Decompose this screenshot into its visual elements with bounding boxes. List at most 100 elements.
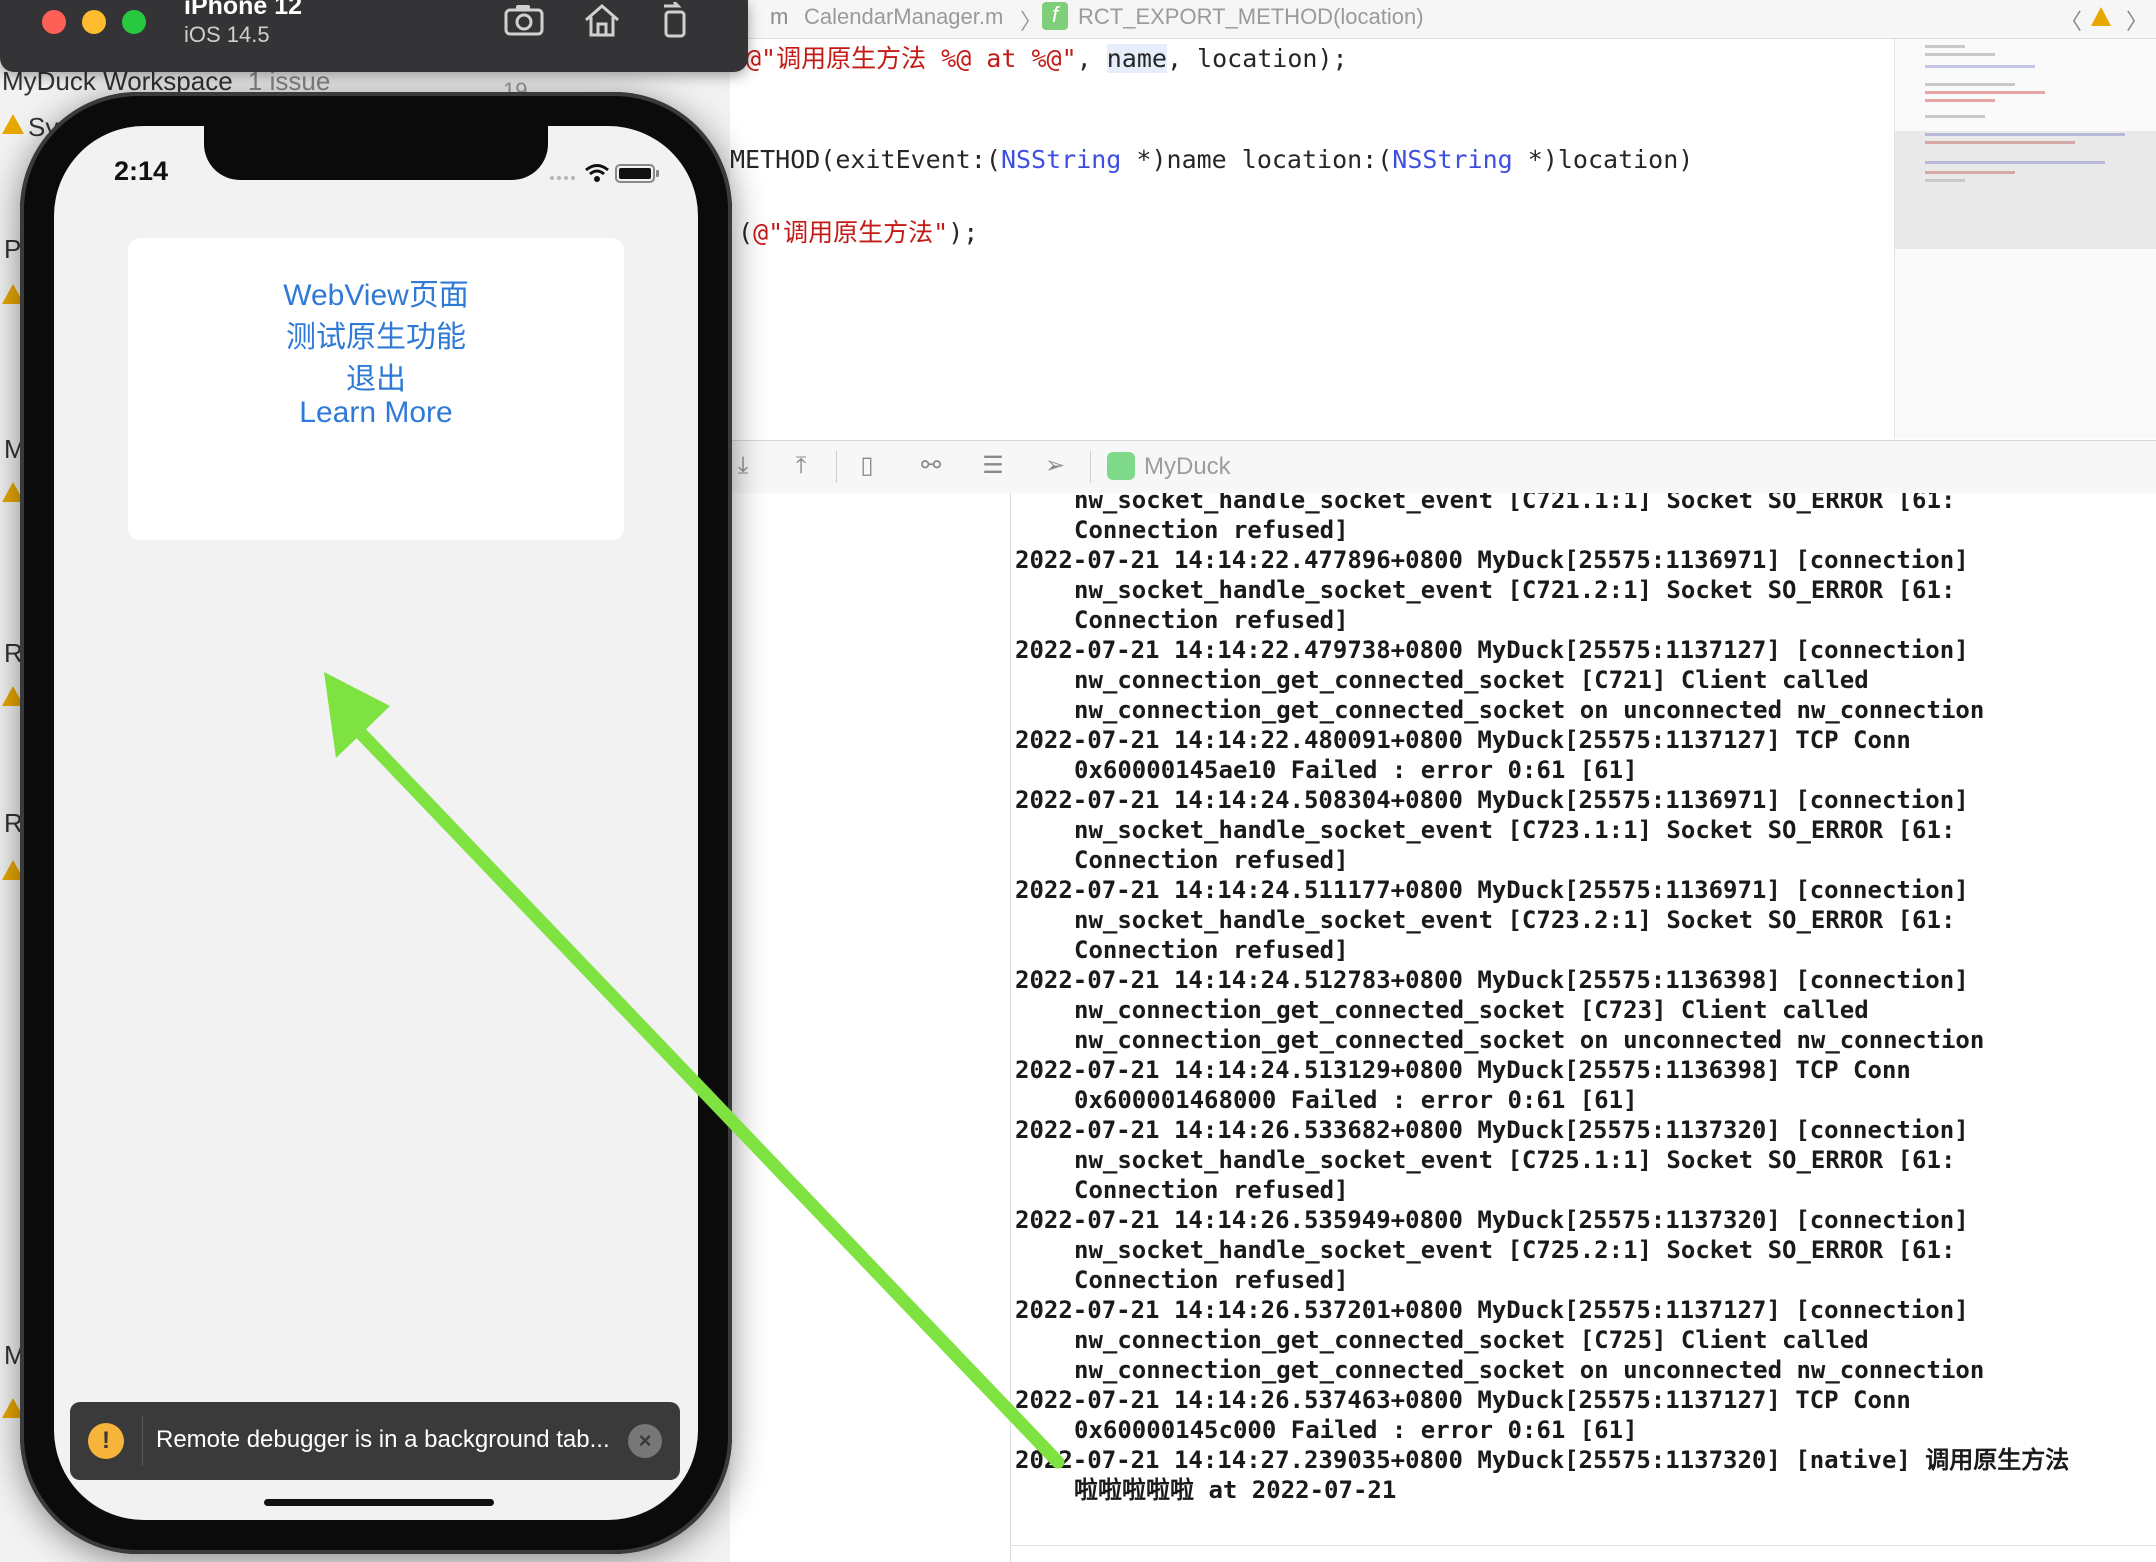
home-icon[interactable] — [582, 2, 622, 38]
variables-view[interactable] — [730, 493, 1011, 1562]
simulate-location-icon[interactable]: ➢ — [1042, 453, 1068, 479]
log-entry-line: nw_connection_get_connected_socket [C725… — [1074, 1326, 1869, 1354]
log-entry: 2022-07-21 14:14:26.537463+0800 MyDuck[2… — [1015, 1385, 2155, 1445]
log-entry-line: 啦啦啦啦啦 at 2022-07-21 — [1074, 1476, 1397, 1504]
log-entry-header: 2022-07-21 14:14:24.512783+0800 MyDuck[2… — [1015, 966, 1969, 994]
environment-overrides-icon[interactable]: ☰ — [980, 453, 1006, 479]
log-entry: 2022-07-21 14:14:24.508304+0800 MyDuck[2… — [1015, 785, 2155, 875]
toolbar-divider — [1090, 451, 1091, 483]
log-entry-line: nw_socket_handle_socket_event [C725.2:1]… — [1074, 1236, 1956, 1264]
wifi-icon — [585, 164, 609, 182]
close-window-button[interactable] — [42, 10, 66, 34]
log-entry-line: Connection refused] — [1074, 936, 1349, 964]
process-name[interactable]: MyDuck — [1144, 453, 1231, 481]
log-entry: 2022-07-21 14:14:22.479738+0800 MyDuck[2… — [1015, 635, 2155, 725]
debugger-toast[interactable]: ! Remote debugger is in a background tab… — [70, 1402, 680, 1480]
log-entry-line: nw_socket_handle_socket_event [C721.1:1]… — [1074, 493, 1956, 514]
code-text: ( — [738, 218, 754, 247]
code-text: , location); — [1166, 44, 1348, 73]
close-icon[interactable]: × — [628, 1424, 662, 1458]
status-bar-time: 2:14 — [114, 156, 169, 186]
log-entry: 2022-07-21 14:14:24.512783+0800 MyDuck[2… — [1015, 965, 2155, 1055]
step-over-icon[interactable]: ⤓ — [730, 453, 756, 479]
zoom-window-button[interactable] — [122, 10, 146, 34]
step-out-icon[interactable]: ⤒ — [788, 453, 814, 479]
console-output[interactable]: nw_socket_handle_socket_event [C721.1:1]… — [1011, 493, 2156, 1562]
minimap[interactable] — [1894, 39, 2156, 439]
log-entry-line: Connection refused] — [1074, 846, 1349, 874]
chevron-right-icon: 〉 — [1020, 9, 1043, 34]
phone-screen[interactable]: 2:14 WebView页面 测试原生功能 退出 Learn More ! Re… — [54, 126, 698, 1520]
chevron-right-icon[interactable]: 〉 — [2126, 4, 2148, 36]
minimap-viewport[interactable] — [1895, 131, 2156, 249]
memory-graph-icon[interactable]: ⚯ — [918, 453, 944, 479]
log-entry-header: 2022-07-21 14:14:24.513129+0800 MyDuck[2… — [1015, 1056, 1911, 1084]
chevron-left-icon[interactable]: 〈 — [2060, 4, 2082, 36]
rotate-icon[interactable] — [656, 0, 696, 38]
toast-divider — [142, 1416, 143, 1466]
notch — [204, 126, 548, 180]
log-entry-line: nw_socket_handle_socket_event [C723.1:1]… — [1074, 816, 1956, 844]
minimize-window-button[interactable] — [82, 10, 106, 34]
console-log: nw_socket_handle_socket_event [C721.1:1]… — [1015, 493, 2155, 1505]
log-entry-line: nw_connection_get_connected_socket [C721… — [1074, 666, 1869, 694]
log-entry-line: nw_socket_handle_socket_event [C721.2:1]… — [1074, 576, 1956, 604]
function-icon: f — [1042, 2, 1068, 30]
log-entry-header: 2022-07-21 14:14:22.479738+0800 MyDuck[2… — [1015, 636, 1969, 664]
learn-more-link[interactable]: Learn More — [128, 396, 624, 430]
code-editor[interactable]: @"调用原生方法 %@ at %@", name, location); MET… — [730, 39, 1894, 439]
debug-toolbar: ⤓ ⤒ ▯ ⚯ ☰ ➢ MyDuck — [730, 440, 2156, 494]
code-text: , — [1076, 44, 1107, 73]
home-indicator[interactable] — [264, 1499, 494, 1506]
log-entry: nw_socket_handle_socket_event [C721.1:1]… — [1015, 493, 2155, 545]
toast-message: Remote debugger is in a background tab..… — [156, 1426, 610, 1453]
os-version: iOS 14.5 — [184, 22, 270, 47]
log-entry: 2022-07-21 14:14:22.480091+0800 MyDuck[2… — [1015, 725, 2155, 785]
log-entry-header: 2022-07-21 14:14:26.533682+0800 MyDuck[2… — [1015, 1116, 1969, 1144]
view-hierarchy-icon[interactable]: ▯ — [854, 453, 880, 479]
log-entry: 2022-07-21 14:14:24.513129+0800 MyDuck[2… — [1015, 1055, 2155, 1115]
screenshot-icon[interactable] — [504, 2, 544, 38]
type-keyword: NSString — [1392, 145, 1513, 174]
log-entry: 2022-07-21 14:14:26.535949+0800 MyDuck[2… — [1015, 1205, 2155, 1295]
exit-link[interactable]: 退出 — [128, 354, 624, 398]
status-bar-icons — [548, 160, 668, 186]
highlighted-symbol: name — [1106, 44, 1167, 73]
battery-icon — [615, 164, 659, 183]
file-icon: m — [770, 4, 789, 29]
warning-icon[interactable] — [2090, 6, 2112, 28]
log-entry-header: 2022-07-21 14:14:27.239035+0800 MyDuck[2… — [1015, 1446, 2070, 1474]
code-text: *)name location:( — [1121, 145, 1393, 174]
log-entry-line: nw_connection_get_connected_socket on un… — [1074, 1356, 1985, 1384]
log-entry: 2022-07-21 14:14:26.537201+0800 MyDuck[2… — [1015, 1295, 2155, 1385]
log-entry-line: Connection refused] — [1074, 1176, 1349, 1204]
menu-card: WebView页面 测试原生功能 退出 Learn More — [128, 238, 624, 540]
log-entry: 2022-07-21 14:14:24.511177+0800 MyDuck[2… — [1015, 875, 2155, 965]
type-keyword: NSString — [1000, 145, 1122, 174]
test-native-link[interactable]: 测试原生功能 — [128, 312, 624, 356]
log-entry-header: 2022-07-21 14:14:26.535949+0800 MyDuck[2… — [1015, 1206, 1969, 1234]
console-filter-bar — [1011, 1545, 2156, 1562]
log-entry-line: Connection refused] — [1074, 606, 1349, 634]
log-entry-header: 2022-07-21 14:14:24.508304+0800 MyDuck[2… — [1015, 786, 1969, 814]
code-line: (@"调用原生方法"); — [738, 213, 978, 249]
log-entry-header: 2022-07-21 14:14:26.537463+0800 MyDuck[2… — [1015, 1386, 1911, 1414]
simulator-title-bar: iPhone 12 iOS 14.5 — [0, 0, 748, 72]
log-entry: 2022-07-21 14:14:27.239035+0800 MyDuck[2… — [1015, 1445, 2155, 1505]
log-entry-line: 0x60000145c000 Failed : error 0:61 [61] — [1074, 1416, 1638, 1444]
log-entry: 2022-07-21 14:14:22.477896+0800 MyDuck[2… — [1015, 545, 2155, 635]
breadcrumb-symbol[interactable]: RCT_EXPORT_METHOD(location) — [1078, 4, 1424, 30]
log-entry-header: 2022-07-21 14:14:22.477896+0800 MyDuck[2… — [1015, 546, 1969, 574]
webview-link[interactable]: WebView页面 — [128, 270, 624, 314]
code-line: @"调用原生方法 %@ at %@", name, location); — [746, 39, 1348, 75]
app-icon — [1107, 452, 1135, 480]
log-entry-line: nw_connection_get_connected_socket on un… — [1074, 696, 1985, 724]
log-entry-line: Connection refused] — [1074, 516, 1349, 544]
iphone-device-frame: 2:14 WebView页面 测试原生功能 退出 Learn More ! Re… — [20, 92, 732, 1554]
breadcrumb-file[interactable]: CalendarManager.m — [804, 4, 1003, 30]
log-entry-line: nw_socket_handle_socket_event [C725.1:1]… — [1074, 1146, 1956, 1174]
log-entry-line: nw_socket_handle_socket_event [C723.2:1]… — [1074, 906, 1956, 934]
warning-icon — [2, 112, 24, 134]
code-text: METHOD(exitEvent:( — [730, 145, 1001, 174]
device-name: iPhone 12 — [184, 0, 303, 20]
